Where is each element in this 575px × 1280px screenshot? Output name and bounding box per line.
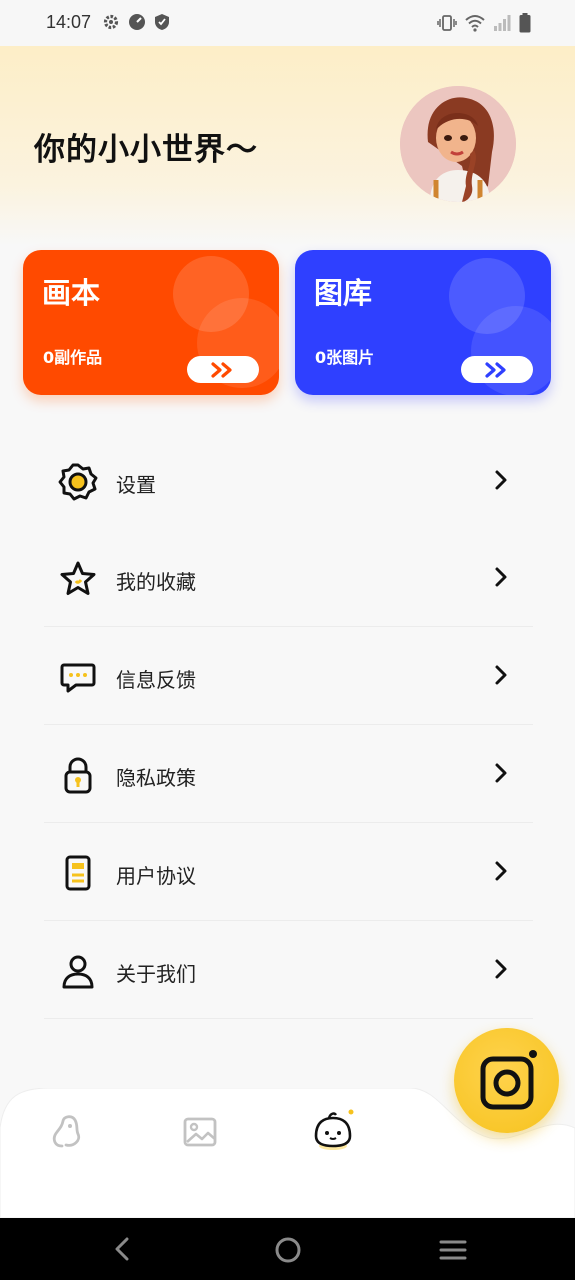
person-icon <box>62 955 94 989</box>
star-icon <box>60 561 96 595</box>
menu-item-privacy[interactable]: 隐私政策 <box>44 725 533 823</box>
camera-icon <box>480 1049 537 1109</box>
double-chevron-right-icon <box>211 361 232 378</box>
back-icon[interactable] <box>112 1236 132 1262</box>
menu-label: 隐私政策 <box>116 766 196 790</box>
menu-item-user-agreement[interactable]: 用户协议 <box>44 823 533 921</box>
menu-item-favorites[interactable]: 我的收藏 <box>44 529 533 627</box>
menu-item-feedback[interactable]: 信息反馈 <box>44 627 533 725</box>
menu-label: 设置 <box>116 473 156 497</box>
page-title: 你的小小世界～ <box>34 132 258 168</box>
shield-status-icon <box>155 14 169 30</box>
menu-label: 关于我们 <box>116 962 196 986</box>
chevron-right-icon <box>495 959 507 979</box>
gallery-go-button[interactable] <box>461 356 533 383</box>
doodle-icon <box>52 1115 81 1148</box>
image-icon <box>183 1117 217 1147</box>
drawbook-count: 0副作品 <box>43 348 103 367</box>
tab-gallery[interactable] <box>182 1114 218 1150</box>
status-bar: 14:07 <box>0 0 575 46</box>
menu-item-settings[interactable]: 设置 <box>44 432 533 529</box>
tab-home[interactable] <box>48 1112 86 1150</box>
chevron-right-icon <box>495 470 507 490</box>
camera-fab-button[interactable] <box>454 1028 559 1133</box>
gallery-title: 图库 <box>314 276 373 310</box>
speed-status-icon <box>129 14 145 30</box>
avatar-illustration <box>400 86 516 202</box>
avatar[interactable] <box>400 86 516 202</box>
recents-menu-icon[interactable] <box>439 1238 467 1262</box>
document-icon <box>65 855 91 891</box>
chevron-right-icon <box>495 567 507 587</box>
chevron-right-icon <box>495 861 507 881</box>
menu-label: 我的收藏 <box>116 570 196 594</box>
system-nav-bar <box>0 1218 575 1280</box>
settings-status-icon <box>103 14 119 30</box>
battery-icon <box>519 13 531 33</box>
menu-item-about-us[interactable]: 关于我们 <box>44 921 533 1019</box>
vibrate-icon <box>437 15 457 31</box>
wifi-icon <box>465 15 485 32</box>
tab-me[interactable] <box>312 1106 358 1154</box>
chat-icon <box>60 663 96 693</box>
chevron-right-icon <box>495 763 507 783</box>
gallery-card[interactable]: 图库 0张图片 <box>295 250 551 395</box>
lock-icon <box>64 757 92 794</box>
home-icon[interactable] <box>274 1236 302 1264</box>
status-time: 14:07 <box>46 12 92 32</box>
drawbook-card[interactable]: 画本 0副作品 <box>23 250 279 395</box>
signal-icon <box>494 15 511 31</box>
settings-menu: 设置 我的收藏 信息反馈 隐私政策 用户协议 关于我们 <box>44 432 533 1019</box>
bun-face-icon <box>314 1109 354 1150</box>
menu-label: 用户协议 <box>116 864 196 888</box>
gear-icon <box>58 463 98 501</box>
gallery-count: 0张图片 <box>315 348 375 367</box>
drawbook-title: 画本 <box>42 276 101 310</box>
chevron-right-icon <box>495 665 507 685</box>
menu-label: 信息反馈 <box>116 668 196 692</box>
double-chevron-right-icon <box>485 361 506 378</box>
drawbook-go-button[interactable] <box>187 356 259 383</box>
